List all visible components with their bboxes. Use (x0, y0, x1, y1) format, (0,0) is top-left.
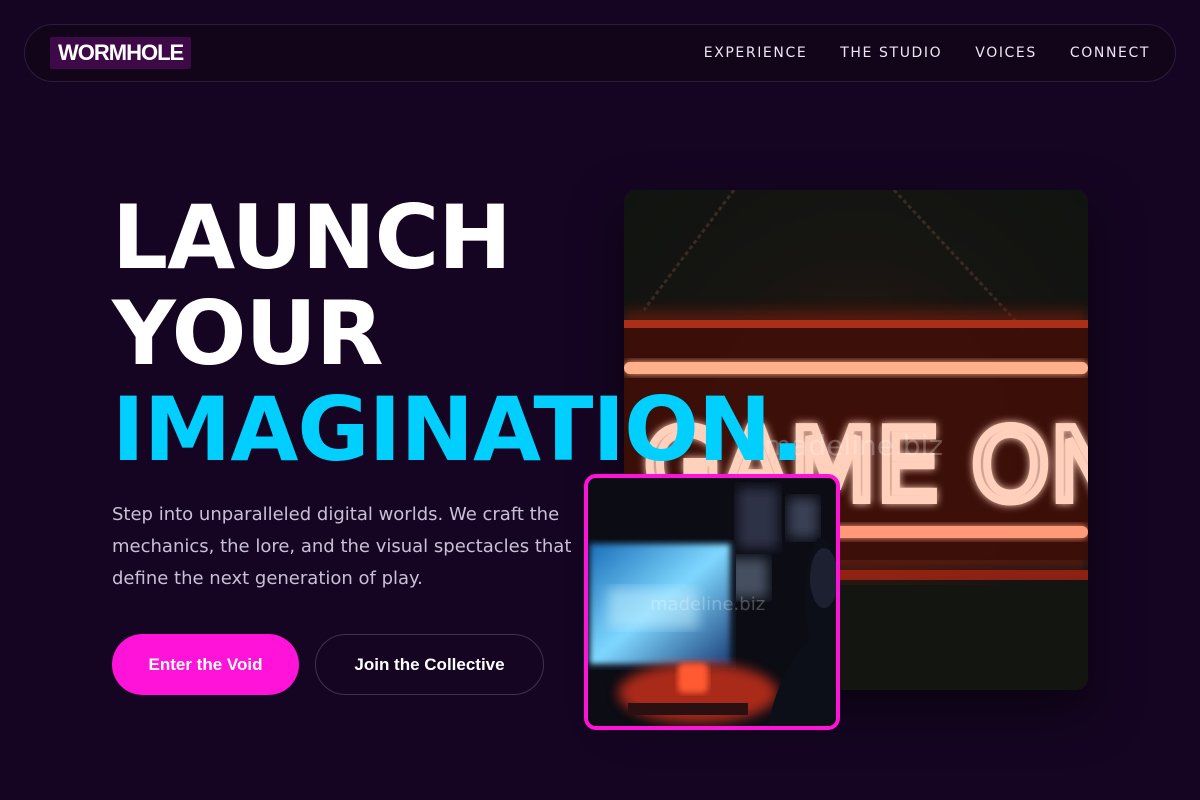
nav-link-experience[interactable]: EXPERIENCE (704, 45, 808, 61)
main-nav: EXPERIENCE THE STUDIO VOICES CONNECT (704, 45, 1150, 61)
top-navbar: WORMHOLE EXPERIENCE THE STUDIO VOICES CO… (24, 24, 1176, 82)
enter-the-void-button[interactable]: Enter the Void (112, 634, 299, 695)
brand-logo[interactable]: WORMHOLE (50, 37, 192, 69)
gamer-inset-image: madeline.biz (584, 474, 840, 730)
nav-link-connect[interactable]: CONNECT (1070, 45, 1150, 61)
nav-link-the-studio[interactable]: THE STUDIO (840, 45, 942, 61)
hero-subtitle: Step into unparalleled digital worlds. W… (112, 504, 572, 589)
gamer-at-monitor-illustration: madeline.biz (588, 478, 836, 726)
join-collective-button[interactable]: Join the Collective (315, 634, 544, 695)
inset-watermark: madeline.biz (650, 594, 765, 615)
headline-accent: IMAGINATION. (112, 378, 804, 481)
nav-link-voices[interactable]: VOICES (975, 45, 1037, 61)
